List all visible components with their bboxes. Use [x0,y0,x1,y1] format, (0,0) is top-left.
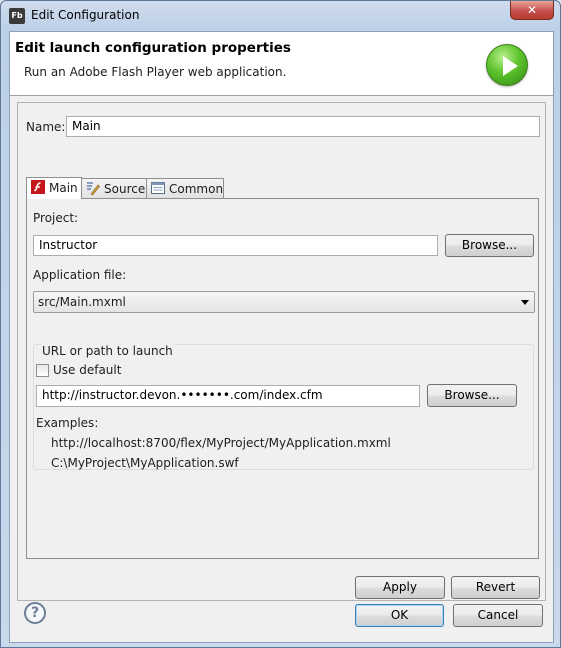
application-file-value: src/Main.mxml [38,295,126,309]
page-title: Edit launch configuration properties [15,40,291,56]
ok-button[interactable]: OK [355,604,444,627]
dialog-window: Fb Edit Configuration ✕ Edit launch conf… [0,0,561,648]
play-arrow-icon [503,56,518,76]
name-field[interactable]: Main [66,116,540,137]
application-file-label: Application file: [33,268,127,282]
apply-button[interactable]: Apply [355,576,445,599]
revert-button[interactable]: Revert [451,576,540,599]
tab-common[interactable]: Common [146,178,224,199]
checkbox-box[interactable] [36,364,49,377]
url-field[interactable]: http://instructor.devon.•••••••.com/inde… [36,385,420,407]
tab-panel-main: Project: Instructor Browse... Applicatio… [26,198,539,559]
flash-builder-icon: Fb [9,8,25,24]
project-label: Project: [33,211,79,225]
flash-icon [31,180,45,194]
name-label: Name: [26,120,66,134]
run-icon [486,44,528,86]
page-subtitle: Run an Adobe Flash Player web applicatio… [24,65,287,79]
url-browse-button[interactable]: Browse... [427,384,517,407]
form-area: Name: Main Main Source Common Project: I… [17,102,546,601]
examples-label: Examples: [36,416,99,430]
use-default-checkbox[interactable]: Use default [36,363,126,379]
chevron-down-icon [521,300,529,305]
source-icon [86,181,100,196]
header-banner: Edit launch configuration properties Run… [10,32,553,96]
example-url: http://localhost:8700/flex/MyProject/MyA… [51,436,391,450]
url-group: URL or path to launch Use default http:/… [33,344,534,470]
help-icon[interactable]: ? [24,602,46,624]
tab-main-label: Main [49,181,78,195]
tab-main[interactable]: Main [26,177,82,199]
tab-source-label: Source [104,182,146,196]
close-icon: ✕ [526,3,538,17]
cancel-button[interactable]: Cancel [453,604,543,627]
use-default-label: Use default [53,363,122,377]
project-browse-button[interactable]: Browse... [445,234,534,257]
tab-source[interactable]: Source [81,178,147,199]
title-bar[interactable]: Fb Edit Configuration ✕ [1,1,561,31]
application-file-select[interactable]: src/Main.mxml [33,291,535,313]
close-button[interactable]: ✕ [510,1,554,20]
url-group-title: URL or path to launch [41,344,174,358]
common-icon [151,181,165,195]
example-path: C:\MyProject\MyApplication.swf [51,456,239,470]
project-field[interactable]: Instructor [33,235,438,256]
window-title: Edit Configuration [31,8,140,22]
dialog-client-area: Edit launch configuration properties Run… [9,31,554,643]
tab-common-label: Common [169,182,224,196]
